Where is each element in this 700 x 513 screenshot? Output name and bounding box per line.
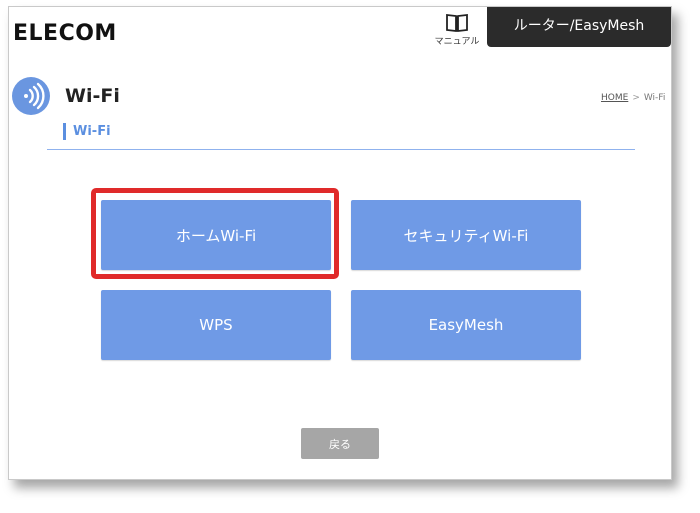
book-icon [446,13,468,33]
page-title: Wi-Fi [65,85,120,107]
highlight-annotation [91,188,339,279]
manual-button[interactable]: マニュアル [427,11,487,53]
breadcrumb-home-link[interactable]: HOME [601,93,628,103]
easymesh-button[interactable]: EasyMesh [351,290,581,360]
router-easymesh-tab[interactable]: ルーター/EasyMesh [487,7,671,47]
app-window: ELECOM マニュアル ルーター/EasyMesh Wi-Fi HOME > Wi… [8,6,672,480]
breadcrumb-separator: > [632,93,640,103]
breadcrumb: HOME > Wi-Fi [601,93,665,103]
elecom-logo: ELECOM [13,21,117,46]
manual-label: マニュアル [434,37,480,47]
wifi-icon [12,77,50,115]
section-divider [47,149,635,150]
back-button[interactable]: 戻る [301,428,379,459]
wps-button[interactable]: WPS [101,290,331,360]
security-wifi-button[interactable]: セキュリティWi-Fi [351,200,581,270]
breadcrumb-current: Wi-Fi [643,93,666,103]
section-heading: Wi-Fi [63,123,111,140]
